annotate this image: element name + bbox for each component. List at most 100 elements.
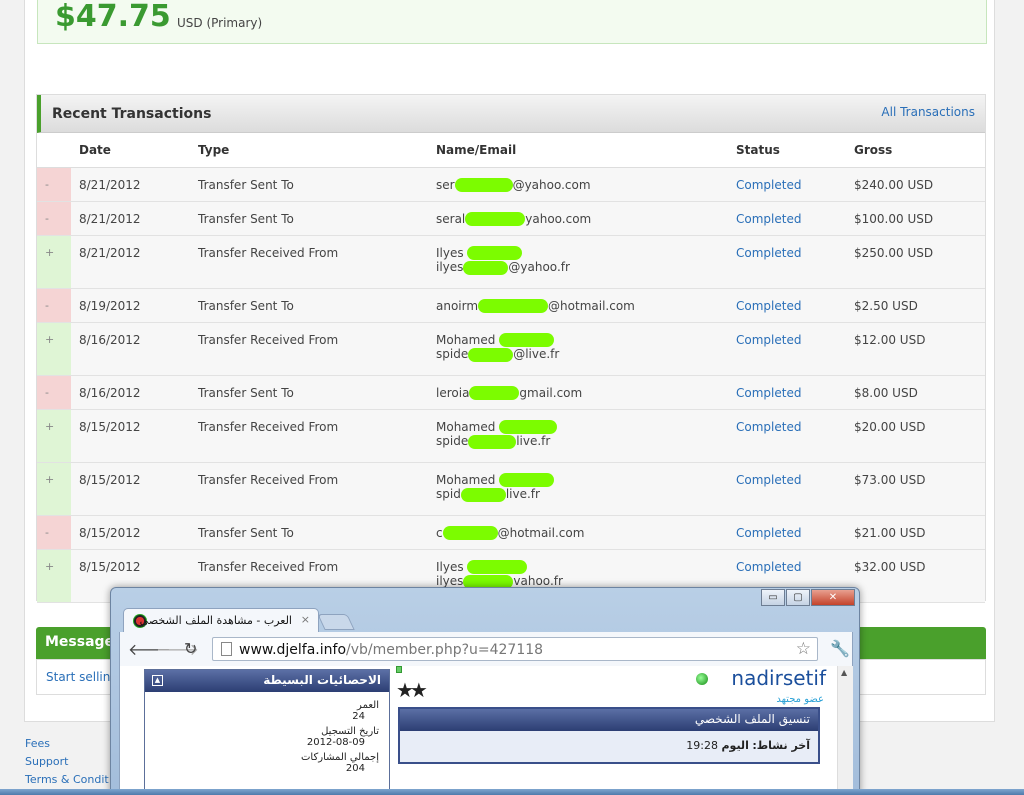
table-row[interactable]: -8/21/2012 Transfer Sent To ser @yahoo.com C… (37, 167, 985, 202)
transaction-gross: $250.00 USD (846, 235, 985, 289)
contact-email-start: spide (436, 347, 469, 361)
stats-body: العمر 24 تاريخ التسجيل 2012-08-09 إجمالي… (145, 692, 389, 774)
table-row[interactable]: +8/21/2012 Transfer Received From Ilyes il… (37, 235, 985, 289)
transaction-date: 8/15/2012 (71, 515, 190, 550)
transaction-status[interactable]: Completed (728, 409, 846, 463)
transaction-contact: Mohamed spid live.fr (428, 462, 728, 516)
bookmark-star-icon[interactable]: ☆ (796, 639, 811, 659)
profile-box-title[interactable]: تنسيق الملف الشخصي (695, 712, 810, 726)
transaction-gross: $2.50 USD (846, 288, 985, 323)
transaction-type: Transfer Sent To (190, 167, 428, 202)
transaction-type: Transfer Received From (190, 322, 428, 376)
transaction-status[interactable]: Completed (728, 235, 846, 289)
transaction-date: 8/16/2012 (71, 322, 190, 376)
transactions-title: Recent Transactions (52, 106, 212, 122)
scrollbar[interactable]: ▲ (837, 666, 853, 795)
table-row[interactable]: -8/19/2012 Transfer Sent To anoirm @hotmail… (37, 288, 985, 323)
footer-link-fees[interactable]: Fees (25, 737, 109, 755)
balance-amount: $47.75 (55, 0, 171, 34)
transaction-status[interactable]: Completed (728, 375, 846, 410)
footer-link-support[interactable]: Support (25, 755, 109, 773)
contact-name: Mohamed (436, 419, 496, 434)
posts-label: إجمالي المشاركات (301, 752, 379, 763)
start-selling-link[interactable]: Start sellin (46, 670, 110, 684)
transactions-table: Date Type Name/Email Status Gross -8/21/… (37, 133, 985, 603)
transaction-date: 8/19/2012 (71, 288, 190, 323)
page-icon (221, 642, 232, 656)
table-row[interactable]: -8/16/2012 Transfer Sent To leroia gmail.co… (37, 375, 985, 410)
collapse-icon[interactable]: ▲ (152, 675, 163, 686)
redaction-mark (467, 246, 523, 260)
redaction-mark (469, 386, 520, 400)
transaction-sign: + (37, 235, 71, 289)
transaction-sign: - (37, 375, 71, 410)
contact-email-start: leroia (436, 385, 470, 400)
table-header-row: Date Type Name/Email Status Gross (37, 133, 985, 168)
transaction-sign: - (37, 515, 71, 550)
tab-close-icon[interactable]: × (301, 613, 310, 626)
transaction-date: 8/21/2012 (71, 167, 190, 202)
online-status-icon (696, 673, 708, 685)
contact-email-end: @hotmail.com (497, 525, 585, 540)
redaction-mark (460, 487, 506, 502)
balance-currency: USD (Primary) (177, 16, 263, 30)
stats-panel: ▲ الاحصائيات البسيطة العمر 24 تاريخ التس… (144, 669, 390, 795)
wrench-menu-icon[interactable]: 🔧 (830, 639, 850, 658)
transaction-gross: $73.00 USD (846, 462, 985, 516)
transaction-contact: Mohamed spide @live.fr (428, 322, 728, 376)
redaction-mark (499, 333, 555, 347)
contact-email-start: ilyes (436, 574, 464, 588)
transactions-header: Recent Transactions All Transactions (37, 95, 985, 133)
transaction-sign: - (37, 288, 71, 323)
new-tab-button[interactable] (317, 614, 355, 630)
contact-name: Mohamed (436, 472, 496, 487)
redaction-mark (478, 299, 549, 313)
browser-tab[interactable]: العرب - مشاهدة الملف الشخصي × (123, 608, 319, 632)
transaction-status[interactable]: Completed (728, 167, 846, 202)
transaction-contact: Ilyes ilyes @yahoo.fr (428, 235, 728, 289)
chrome-browser-window: ▭ ▢ ✕ العرب - مشاهدة الملف الشخصي × 🡐 🡒 … (110, 587, 860, 795)
scroll-up-icon[interactable]: ▲ (841, 668, 847, 677)
transaction-contact: anoirm @hotmail.com (428, 288, 728, 323)
transaction-date: 8/16/2012 (71, 375, 190, 410)
table-row[interactable]: +8/15/2012 Transfer Received From Mohamed … (37, 409, 985, 463)
table-row[interactable]: +8/15/2012 Transfer Received From Mohamed … (37, 462, 985, 516)
transaction-status[interactable]: Completed (728, 515, 846, 550)
table-row[interactable]: -8/15/2012 Transfer Sent To c @hotmail.com C… (37, 515, 985, 550)
transaction-date: 8/21/2012 (71, 201, 190, 236)
transaction-status[interactable]: Completed (728, 288, 846, 323)
minimize-button[interactable]: ▭ (761, 589, 785, 606)
contact-email-end: yahoo.com (525, 211, 592, 226)
col-gross: Gross (846, 133, 985, 168)
transaction-sign: + (37, 462, 71, 516)
stats-header: ▲ الاحصائيات البسيطة (145, 670, 389, 692)
transaction-gross: $20.00 USD (846, 409, 985, 463)
contact-email-start: c (436, 525, 443, 540)
join-date-value: 2012-08-09 (306, 737, 365, 748)
table-row[interactable]: -8/21/2012 Transfer Sent To seral yahoo.com… (37, 201, 985, 236)
tab-title: العرب - مشاهدة الملف الشخصي (139, 614, 292, 627)
member-rank: عضو مجتهد (776, 694, 824, 705)
transaction-type: Transfer Sent To (190, 201, 428, 236)
transaction-type: Transfer Sent To (190, 515, 428, 550)
transaction-status[interactable]: Completed (728, 201, 846, 236)
table-row[interactable]: +8/16/2012 Transfer Received From Mohamed … (37, 322, 985, 376)
redaction-mark (468, 434, 517, 449)
transaction-status[interactable]: Completed (728, 322, 846, 376)
redaction-mark (468, 347, 514, 362)
recent-transactions-panel: Recent Transactions All Transactions Dat… (36, 94, 986, 603)
reload-icon[interactable]: ↻ (184, 639, 197, 658)
redaction-mark (467, 560, 528, 574)
all-transactions-link[interactable]: All Transactions (881, 105, 975, 119)
transaction-sign: - (37, 167, 71, 202)
transaction-status[interactable]: Completed (728, 462, 846, 516)
last-activity-day: اليوم (721, 739, 749, 752)
address-bar[interactable]: www.djelfa.info/vb/member.php?u=427118 ☆ (212, 637, 818, 661)
contact-email-end: @yahoo.com (512, 177, 591, 192)
stats-title: الاحصائيات البسيطة (263, 673, 381, 687)
contact-email-start: spid (436, 487, 461, 501)
maximize-button[interactable]: ▢ (786, 589, 810, 606)
contact-name: Mohamed (436, 332, 496, 347)
close-window-button[interactable]: ✕ (811, 589, 855, 606)
age-label: العمر (357, 700, 379, 711)
